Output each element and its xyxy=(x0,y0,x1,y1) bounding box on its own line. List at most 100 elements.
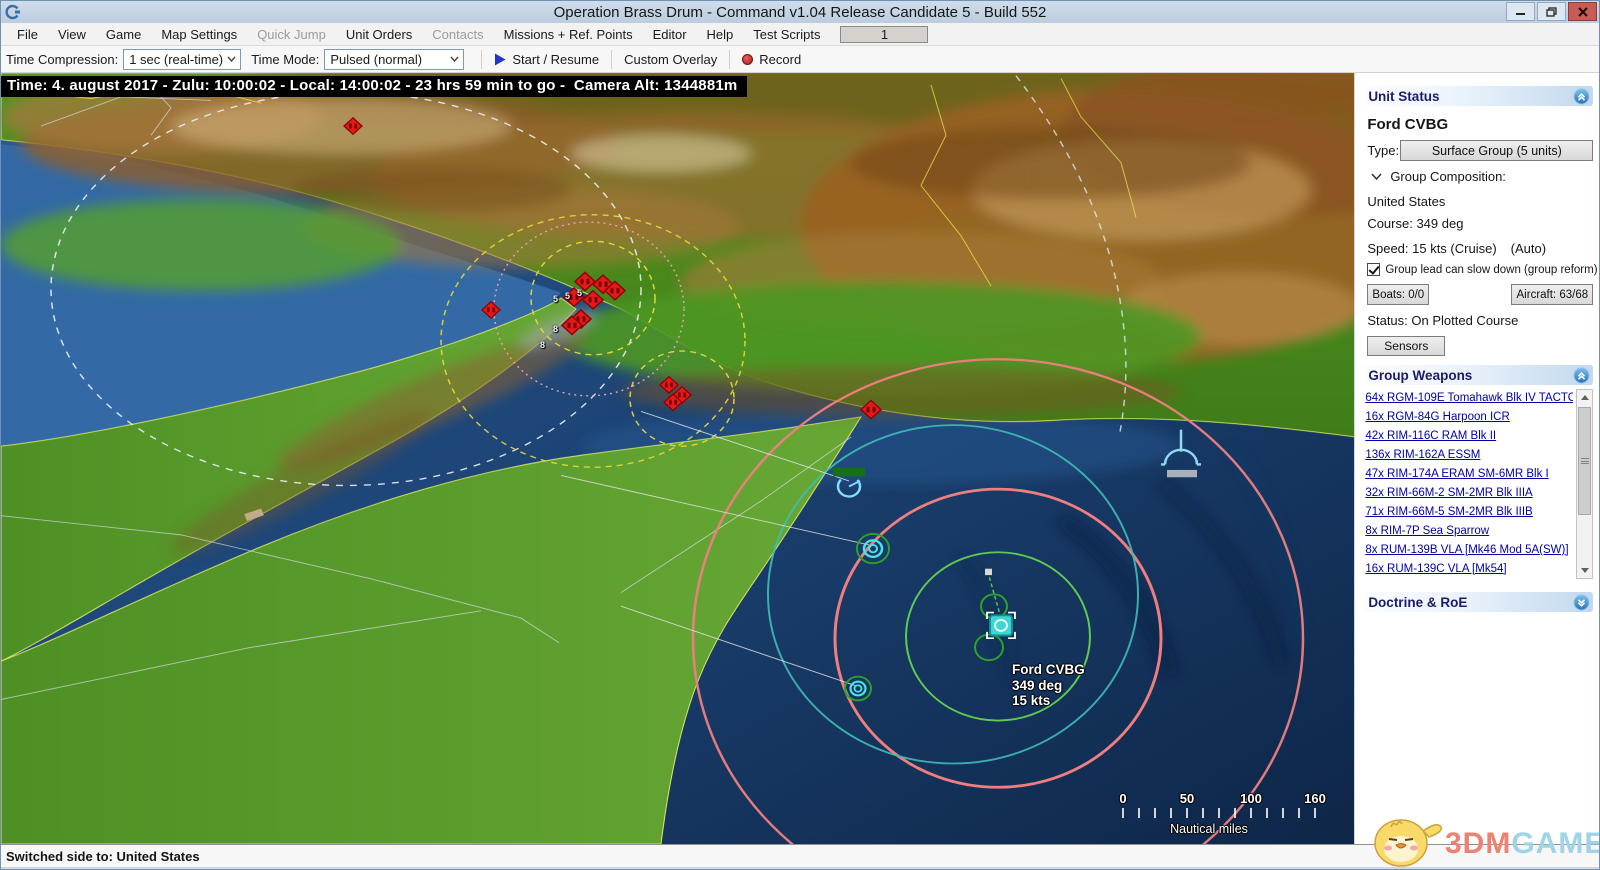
unit-type-button[interactable]: Surface Group (5 units) xyxy=(1400,140,1593,161)
title-bar: Operation Brass Drum - Command v1.04 Rel… xyxy=(1,1,1599,23)
scale-tick-label: 100 xyxy=(1240,791,1262,806)
record-button[interactable]: Record xyxy=(737,52,806,67)
status-message: Switched side to: United States xyxy=(6,849,200,864)
weapon-link[interactable]: 16x RUM-139C VLA [Mk54] xyxy=(1365,560,1573,579)
start-resume-button[interactable]: Start / Resume xyxy=(489,52,604,67)
sensors-button[interactable]: Sensors xyxy=(1367,336,1445,356)
chevron-down-icon xyxy=(1371,173,1382,180)
minimize-button[interactable] xyxy=(1506,2,1535,21)
menu-item[interactable]: Map Settings xyxy=(151,23,247,45)
weapon-link[interactable]: 136x RIM-162A ESSM xyxy=(1365,446,1573,465)
weapon-link[interactable]: 8x RUM-139B VLA [Mk46 Mod 5A(SW)] xyxy=(1365,541,1573,560)
app-window: Operation Brass Drum - Command v1.04 Rel… xyxy=(0,0,1600,870)
menu-item[interactable]: Editor xyxy=(643,23,697,45)
menu-item[interactable]: Test Scripts xyxy=(743,23,830,45)
doctrine-roe-header-label: Doctrine & RoE xyxy=(1368,595,1467,610)
unit-speed: Speed: 15 kts (Cruise)(Auto) xyxy=(1367,241,1546,256)
scroll-up-icon[interactable] xyxy=(1577,390,1592,405)
time-compression-label: Time Compression: xyxy=(6,52,118,67)
restore-button[interactable] xyxy=(1537,2,1566,21)
start-resume-label: Start / Resume xyxy=(512,52,599,67)
group-lead-checkbox[interactable] xyxy=(1367,263,1380,276)
group-composition-toggle[interactable]: Group Composition: xyxy=(1371,169,1506,184)
weapon-link[interactable]: 47x RIM-174A ERAM SM-6MR Blk I xyxy=(1365,465,1573,484)
menu-item[interactable]: Contacts xyxy=(422,23,493,45)
weapon-link[interactable]: 71x RIM-66M-5 SM-2MR Blk IIIB xyxy=(1365,503,1573,522)
menu-items: FileViewGameMap SettingsQuick JumpUnit O… xyxy=(7,23,830,45)
boats-button[interactable]: Boats: 0/0 xyxy=(1367,284,1429,305)
scrollbar-thumb[interactable] xyxy=(1578,407,1591,515)
status-bar: Switched side to: United States xyxy=(1,844,1599,867)
weapon-link[interactable]: 64x RGM-109E Tomahawk Blk IV TACTOM xyxy=(1365,389,1573,408)
time-mode-label: Time Mode: xyxy=(251,52,319,67)
custom-overlay-label: Custom Overlay xyxy=(624,52,717,67)
scroll-down-icon[interactable] xyxy=(1577,563,1592,578)
selected-unit-map-label: Ford CVBG 349 deg 15 kts xyxy=(1012,662,1085,709)
tactical-map[interactable]: Time: 4. august 2017 - Zulu: 10:00:02 - … xyxy=(1,73,1354,844)
weapon-link[interactable]: 8x RIM-7P Sea Sparrow xyxy=(1365,522,1573,541)
waypoint-marker[interactable] xyxy=(985,569,992,575)
custom-overlay-button[interactable]: Custom Overlay xyxy=(619,52,722,67)
menu-counter-box[interactable]: 1 xyxy=(840,26,928,43)
toolbar-separator xyxy=(611,50,612,69)
cluster-count-label: 8 xyxy=(553,324,558,334)
window-title: Operation Brass Drum - Command v1.04 Rel… xyxy=(1,4,1599,21)
record-icon xyxy=(742,54,753,65)
play-icon xyxy=(494,53,506,66)
right-sidebar: Unit Status Ford CVBG Type: Surface Grou… xyxy=(1354,73,1599,844)
weapon-link[interactable]: 32x RIM-66M-2 SM-2MR Blk IIIA xyxy=(1365,484,1573,503)
time-mode-select[interactable]: Pulsed (normal) xyxy=(324,49,464,70)
scale-ticks xyxy=(1093,808,1325,819)
group-lead-checkbox-row: Group lead can slow down (group reform) xyxy=(1367,263,1597,276)
group-weapons-list: 64x RGM-109E Tomahawk Blk IV TACTOM16x R… xyxy=(1365,389,1573,579)
menu-item[interactable]: Missions + Ref. Points xyxy=(494,23,643,45)
map-time-banner: Time: 4. august 2017 - Zulu: 10:00:02 - … xyxy=(1,76,747,97)
collapse-up-icon[interactable] xyxy=(1573,88,1590,105)
unit-status-text: Status: On Plotted Course xyxy=(1367,313,1518,328)
chevron-down-icon xyxy=(227,56,236,62)
time-compression-value: 1 sec (real-time) xyxy=(129,52,227,67)
chevron-down-icon xyxy=(450,56,459,62)
scale-caption: Nautical miles xyxy=(1093,822,1325,836)
record-label: Record xyxy=(759,52,801,67)
unit-status-header[interactable]: Unit Status xyxy=(1361,86,1593,106)
weapon-link[interactable]: 42x RIM-116C RAM Blk II xyxy=(1365,427,1573,446)
toolbar-separator xyxy=(481,50,482,69)
weapon-link[interactable]: 16x RGM-84G Harpoon ICR xyxy=(1365,408,1573,427)
menu-item[interactable]: File xyxy=(7,23,48,45)
type-label: Type: xyxy=(1367,143,1399,158)
group-lead-checkbox-label: Group lead can slow down (group reform) xyxy=(1385,264,1597,276)
unit-speed-auto: (Auto) xyxy=(1511,241,1546,256)
group-weapons-header-label: Group Weapons xyxy=(1368,368,1472,383)
selected-unit-name: Ford CVBG xyxy=(1367,116,1448,133)
scale-tick-label: 50 xyxy=(1180,791,1194,806)
unit-side: United States xyxy=(1367,194,1445,209)
unit-label-speed: 15 kts xyxy=(1012,693,1085,709)
toolbar: Time Compression: 1 sec (real-time) Time… xyxy=(1,46,1599,73)
time-compression-select[interactable]: 1 sec (real-time) xyxy=(123,49,241,70)
menu-item[interactable]: Help xyxy=(697,23,744,45)
group-weapons-header[interactable]: Group Weapons xyxy=(1361,365,1593,385)
menu-item[interactable]: Unit Orders xyxy=(336,23,422,45)
expand-down-icon[interactable] xyxy=(1573,594,1590,611)
toolbar-separator xyxy=(729,50,730,69)
unit-label-name: Ford CVBG xyxy=(1012,662,1085,678)
scale-tick-label: 0 xyxy=(1119,791,1126,806)
menu-item[interactable]: Quick Jump xyxy=(247,23,336,45)
weapons-scrollbar[interactable] xyxy=(1576,389,1593,579)
doctrine-roe-header[interactable]: Doctrine & RoE xyxy=(1361,592,1593,612)
unit-course: Course: 349 deg xyxy=(1367,216,1463,231)
unit-status-header-label: Unit Status xyxy=(1368,89,1439,104)
unit-label-course: 349 deg xyxy=(1012,678,1085,694)
cluster-count-label: 8 xyxy=(540,340,545,350)
close-button[interactable] xyxy=(1568,2,1597,21)
cluster-count-label: 5 xyxy=(577,288,582,298)
group-composition-label: Group Composition: xyxy=(1390,169,1506,184)
aircraft-button[interactable]: Aircraft: 63/68 xyxy=(1511,284,1593,305)
map-scale-bar: 050100160 Nautical miles xyxy=(1093,791,1325,841)
cluster-count-label: 5 xyxy=(565,291,570,301)
menu-item[interactable]: Game xyxy=(96,23,151,45)
menu-item[interactable]: View xyxy=(48,23,96,45)
cluster-count-label: 5 xyxy=(553,294,558,304)
collapse-up-icon[interactable] xyxy=(1573,367,1590,384)
